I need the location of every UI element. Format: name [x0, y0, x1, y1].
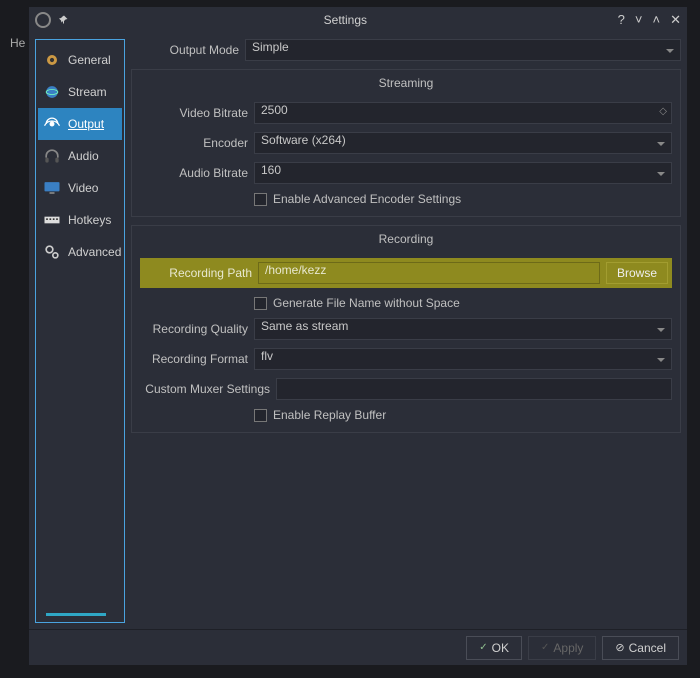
sidebar-item-label: Video [68, 181, 98, 195]
headphones-icon [42, 146, 62, 166]
check-icon: ✓ [479, 642, 487, 653]
sidebar-item-advanced[interactable]: Advanced [38, 236, 122, 268]
broadcast-icon [42, 114, 62, 134]
cogs-icon [42, 242, 62, 262]
ok-button[interactable]: ✓ OK [466, 636, 522, 660]
encoder-select[interactable]: Software (x264) [254, 132, 672, 154]
window-title: Settings [73, 13, 618, 27]
cancel-button[interactable]: ⊘ Cancel [602, 636, 679, 660]
muxer-label: Custom Muxer Settings [140, 382, 270, 396]
sidebar-item-general[interactable]: General [38, 44, 122, 76]
sidebar-item-audio[interactable]: Audio [38, 140, 122, 172]
cancel-label: Cancel [629, 641, 666, 655]
recording-format-label: Recording Format [140, 352, 248, 366]
recording-path-label: Recording Path [144, 266, 252, 280]
gear-icon [42, 50, 62, 70]
main-panel: Output Mode Simple Streaming Video Bitra… [131, 39, 681, 623]
audio-bitrate-select[interactable]: 160 [254, 162, 672, 184]
sidebar-item-hotkeys[interactable]: Hotkeys [38, 204, 122, 236]
audio-bitrate-label: Audio Bitrate [140, 166, 248, 180]
recording-format-select[interactable]: flv [254, 348, 672, 370]
monitor-icon [42, 178, 62, 198]
enable-advanced-checkbox[interactable] [254, 193, 267, 206]
recording-quality-select[interactable]: Same as stream [254, 318, 672, 340]
video-bitrate-label: Video Bitrate [140, 106, 248, 120]
video-bitrate-input[interactable]: 2500 [254, 102, 672, 124]
encoder-label: Encoder [140, 136, 248, 150]
globe-icon [42, 82, 62, 102]
apply-button: ✓ Apply [528, 636, 596, 660]
recording-path-row: Recording Path /home/kezz Browse [140, 258, 672, 288]
close-button[interactable]: ✕ [670, 12, 681, 28]
maximize-button[interactable]: ˄ [653, 12, 661, 28]
sidebar-item-label: General [68, 53, 111, 67]
check-icon: ✓ [541, 642, 549, 653]
pin-icon[interactable] [57, 14, 69, 26]
sidebar-item-stream[interactable]: Stream [38, 76, 122, 108]
background-text: He [10, 36, 25, 50]
recording-group: Recording Recording Path /home/kezz Brow… [131, 225, 681, 433]
muxer-input[interactable] [276, 378, 672, 400]
footer: ✓ OK ✓ Apply ⊘ Cancel [29, 629, 687, 665]
sidebar-item-video[interactable]: Video [38, 172, 122, 204]
enable-advanced-label: Enable Advanced Encoder Settings [273, 192, 461, 206]
sidebar-item-label: Hotkeys [68, 213, 111, 227]
recording-quality-label: Recording Quality [140, 322, 248, 336]
streaming-title: Streaming [140, 76, 672, 90]
sidebar-item-label: Audio [68, 149, 99, 163]
sidebar-item-label: Stream [68, 85, 107, 99]
browse-button[interactable]: Browse [606, 262, 668, 284]
recording-path-input[interactable]: /home/kezz [258, 262, 600, 284]
settings-window: Settings ? ˅ ˄ ✕ General Stream [28, 6, 688, 666]
ok-label: OK [492, 641, 509, 655]
obs-icon [35, 12, 51, 28]
apply-label: Apply [553, 641, 583, 655]
generate-nospace-checkbox[interactable] [254, 297, 267, 310]
streaming-group: Streaming Video Bitrate 2500 Encoder Sof… [131, 69, 681, 217]
sidebar-item-label: Advanced [68, 245, 121, 259]
generate-nospace-label: Generate File Name without Space [273, 296, 460, 310]
help-button[interactable]: ? [618, 12, 625, 28]
enable-replay-label: Enable Replay Buffer [273, 408, 386, 422]
cancel-icon: ⊘ [615, 641, 624, 654]
recording-title: Recording [140, 232, 672, 246]
minimize-button[interactable]: ˅ [635, 12, 643, 28]
keyboard-icon [42, 210, 62, 230]
enable-replay-checkbox[interactable] [254, 409, 267, 422]
output-mode-label: Output Mode [131, 43, 239, 57]
sidebar: General Stream Output Audio [35, 39, 125, 623]
titlebar: Settings ? ˅ ˄ ✕ [29, 7, 687, 33]
sidebar-item-output[interactable]: Output [38, 108, 122, 140]
sidebar-item-label: Output [68, 117, 104, 131]
output-mode-select[interactable]: Simple [245, 39, 681, 61]
